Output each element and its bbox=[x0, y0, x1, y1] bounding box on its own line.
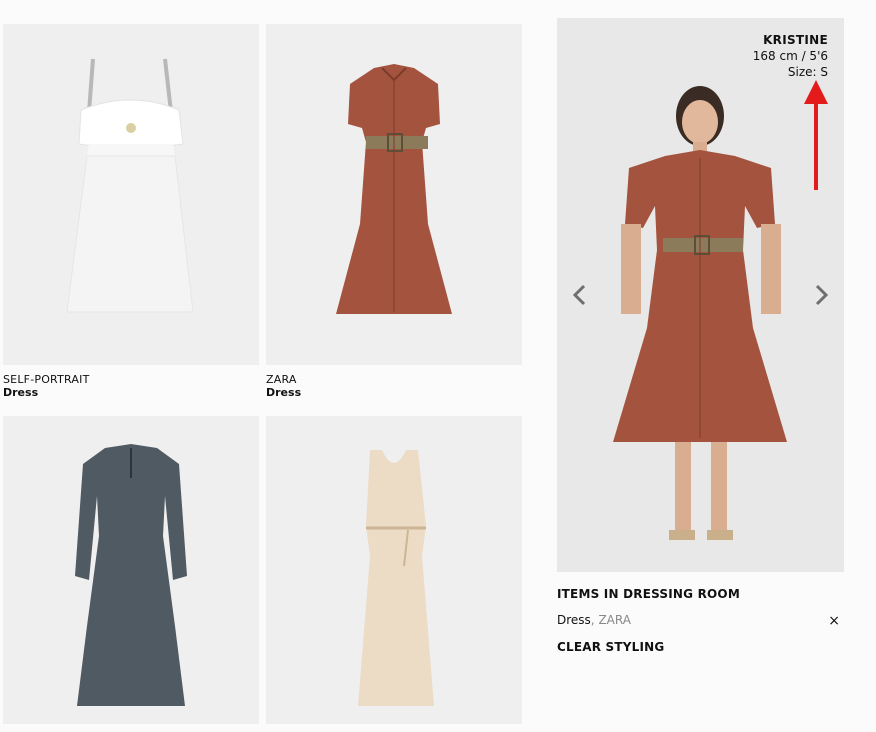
item-brand: ZARA bbox=[598, 613, 631, 627]
dressing-room-title: ITEMS IN DRESSING ROOM bbox=[557, 587, 740, 601]
item-type: Dress bbox=[557, 613, 591, 627]
close-icon[interactable]: × bbox=[828, 613, 840, 629]
chevron-right-icon[interactable] bbox=[808, 280, 834, 310]
product-card-zara[interactable]: ZARA Dress bbox=[266, 24, 522, 399]
product-brand: SELF-PORTRAIT bbox=[3, 373, 90, 386]
product-image-print-dress[interactable] bbox=[3, 416, 259, 724]
product-card-print-dress[interactable] bbox=[3, 416, 259, 732]
red-arrow-annotation bbox=[804, 80, 828, 190]
product-card-knit-dress[interactable] bbox=[266, 416, 522, 732]
product-type: Dress bbox=[266, 386, 302, 399]
product-brand: ZARA bbox=[266, 373, 297, 386]
dressing-room-item: Dress, ZARA × bbox=[557, 613, 844, 629]
model-name: KRISTINE bbox=[763, 33, 828, 47]
chevron-left-icon[interactable] bbox=[567, 280, 593, 310]
model-preview: KRISTINE 168 cm / 5'6 Size: S bbox=[557, 18, 844, 572]
product-image-leather-dress[interactable] bbox=[266, 24, 522, 365]
product-image-knit-dress[interactable] bbox=[266, 416, 522, 724]
product-card-self-portrait[interactable]: SELF-PORTRAIT Dress bbox=[3, 24, 259, 399]
model-size: Size: S bbox=[787, 65, 828, 79]
model-info: KRISTINE 168 cm / 5'6 Size: S bbox=[753, 32, 828, 80]
model-height: 168 cm / 5'6 bbox=[752, 49, 828, 63]
product-type: Dress bbox=[3, 386, 39, 399]
clear-styling-button[interactable]: CLEAR STYLING bbox=[557, 640, 664, 654]
product-image-white-dress[interactable] bbox=[3, 24, 259, 365]
